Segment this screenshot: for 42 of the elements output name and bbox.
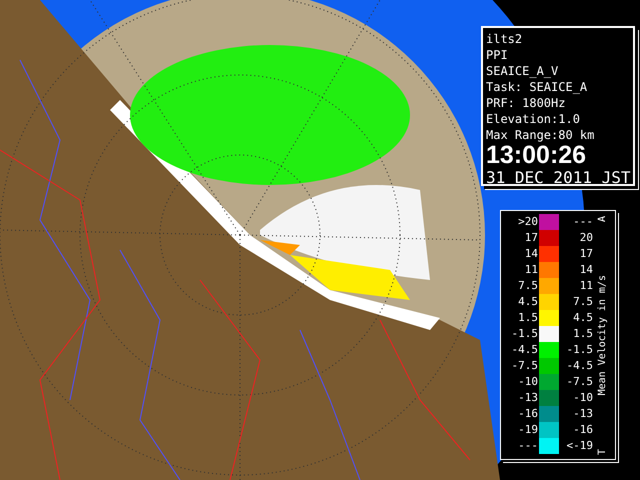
legend-title: Mean Velocity in m/s [597, 275, 609, 396]
info-line: PPI [486, 47, 509, 63]
legend-mark: T [597, 448, 609, 455]
info-line: Elevation:1.0 [486, 111, 581, 127]
info-line: SEAICE_A_V [486, 63, 560, 79]
legend-label: 14 [524, 246, 539, 262]
legend-label: 14 [578, 262, 593, 278]
date-text: 31 DEC 2011 JST [486, 168, 630, 188]
legend-label: 11 [524, 262, 539, 278]
legend-label: 4.5 [517, 294, 539, 310]
legend-label: 11 [578, 278, 593, 294]
legend-label: -4.5 [510, 342, 539, 358]
legend-label: -1.5 [510, 326, 539, 342]
legend-label: >20 [517, 214, 539, 230]
legend-label: 1.5 [572, 326, 593, 342]
info-line: Max Range:80 km [486, 127, 596, 143]
legend-label: --- [572, 214, 593, 230]
legend-label: 17 [578, 246, 593, 262]
legend-label: 17 [524, 230, 539, 246]
legend-label: 4.5 [572, 310, 593, 326]
legend-label: 7.5 [572, 294, 593, 310]
legend-label: -13 [517, 390, 539, 406]
legend-label: 20 [578, 230, 593, 246]
legend-label: -10 [572, 390, 593, 406]
info-line: Task: SEAICE_A [486, 79, 588, 95]
legend-label: 1.5 [517, 310, 539, 326]
legend-label: -7.5 [510, 358, 539, 374]
legend-label: <-19 [566, 438, 593, 454]
legend-label: -16 [572, 422, 593, 438]
info-line: PRF: 1800Hz [486, 95, 566, 111]
legend-label: -13 [572, 406, 593, 422]
legend-label: -1.5 [566, 342, 593, 358]
legend-mark: A [597, 216, 609, 222]
time-text: 13:00:26 [486, 143, 588, 168]
legend-label: -19 [517, 422, 539, 438]
info-line: ilts2 [486, 31, 524, 47]
legend-label: -10 [517, 374, 539, 390]
legend-label: -16 [517, 406, 539, 422]
legend-label: -7.5 [566, 374, 593, 390]
legend-label: 7.5 [517, 278, 539, 294]
legend-label: --- [517, 438, 539, 454]
legend-label: -4.5 [566, 358, 593, 374]
